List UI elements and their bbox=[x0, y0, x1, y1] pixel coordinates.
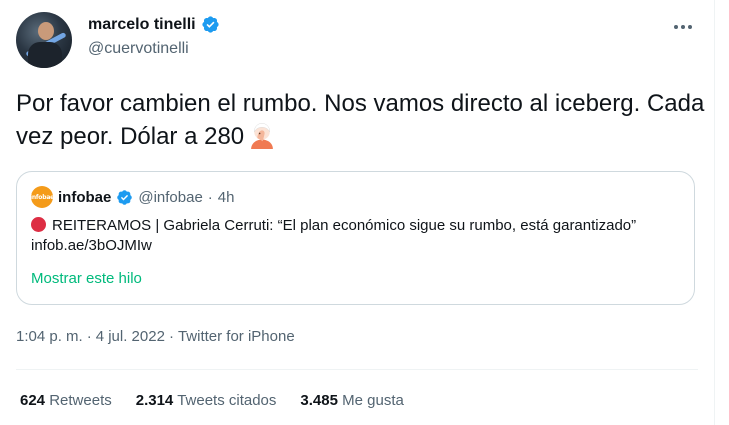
verified-badge-icon bbox=[117, 189, 133, 205]
face-palm-emoji-icon bbox=[251, 123, 274, 149]
retweets-stat[interactable]: 624 Retweets bbox=[20, 392, 112, 409]
tweet-source[interactable]: Twitter for iPhone bbox=[178, 328, 295, 345]
meta-separator: · bbox=[168, 328, 174, 345]
infobae-logo-text: infobae bbox=[29, 193, 55, 201]
quote-tweets-label: Tweets citados bbox=[177, 392, 277, 409]
tweet-meta: 1:04 p. m. · 4 jul. 2022 · Twitter for i… bbox=[16, 328, 295, 345]
avatar-head bbox=[38, 22, 54, 40]
quoted-timestamp[interactable]: 4h bbox=[218, 189, 235, 206]
quote-tweets-count: 2.314 bbox=[135, 392, 174, 409]
quoted-tweet-text: REITERAMOS | Gabriela Cerruti: “El plan … bbox=[31, 216, 681, 256]
verified-badge-icon bbox=[201, 16, 219, 33]
quoted-tweet[interactable]: infobae infobae @infobae · 4h REITERAMOS… bbox=[16, 171, 695, 305]
quoted-text-content: REITERAMOS | Gabriela Cerruti: “El plan … bbox=[31, 217, 637, 254]
quote-tweets-stat[interactable]: 2.314 Tweets citados bbox=[136, 392, 277, 409]
author-avatar[interactable] bbox=[16, 12, 72, 68]
tweet-card: marcelo tinelli @cuervotinelli Por favor… bbox=[0, 0, 729, 425]
divider bbox=[16, 369, 698, 370]
tweet-date[interactable]: 4 jul. 2022 bbox=[96, 328, 165, 345]
more-dot bbox=[674, 25, 678, 29]
more-options-icon[interactable] bbox=[672, 16, 694, 38]
infobae-avatar[interactable]: infobae bbox=[29, 186, 55, 208]
likes-count: 3.485 bbox=[300, 392, 338, 409]
more-dot bbox=[688, 25, 692, 29]
author-handle[interactable]: @cuervotinelli bbox=[88, 40, 189, 58]
tweet-text-content: Por favor cambien el rumbo. Nos vamos di… bbox=[16, 90, 705, 150]
tweet-time[interactable]: 1:04 p. m. bbox=[16, 328, 83, 345]
quoted-tweet-header: infobae infobae @infobae · 4h bbox=[29, 186, 235, 208]
tweet-text: Por favor cambien el rumbo. Nos vamos di… bbox=[16, 87, 706, 153]
show-thread-link[interactable]: Mostrar este hilo bbox=[31, 270, 142, 287]
likes-stat[interactable]: 3.485 Me gusta bbox=[300, 392, 403, 409]
quoted-display-name: infobae bbox=[58, 188, 112, 206]
avatar-body bbox=[28, 42, 62, 68]
retweets-count: 624 bbox=[20, 392, 46, 409]
author-name-row: marcelo tinelli bbox=[88, 15, 220, 34]
column-border bbox=[714, 0, 715, 425]
engagement-stats: 624 Retweets 2.314 Tweets citados 3.485 … bbox=[20, 392, 404, 409]
more-dot bbox=[681, 25, 685, 29]
likes-label: Me gusta bbox=[342, 392, 404, 409]
quoted-handle: @infobae bbox=[138, 188, 203, 206]
red-circle-emoji-icon bbox=[31, 217, 46, 232]
author-display-name[interactable]: marcelo tinelli bbox=[88, 16, 196, 34]
meta-separator: · bbox=[86, 328, 92, 345]
retweets-label: Retweets bbox=[49, 392, 112, 409]
quoted-separator: · bbox=[207, 188, 213, 206]
